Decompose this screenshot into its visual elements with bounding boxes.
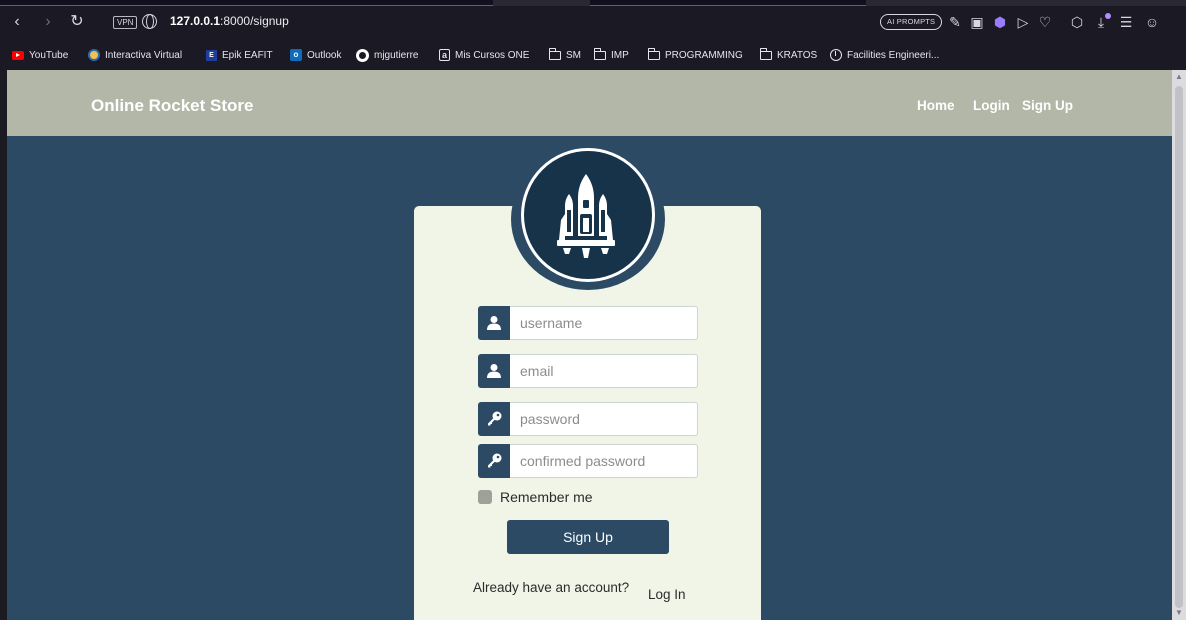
bookmark-youtube[interactable]: YouTube	[12, 48, 68, 64]
folder-icon	[760, 47, 772, 60]
rocket-icon	[557, 174, 615, 258]
bookmark-kratos[interactable]: KRATOS	[760, 47, 817, 64]
tab-active[interactable]	[0, 0, 493, 6]
browser-chrome: ‹ › ↻ VPN 127.0.0.1:8000/signup AI PROMP…	[0, 0, 1186, 70]
remember-checkbox[interactable]	[478, 490, 492, 504]
download-badge	[1105, 13, 1111, 19]
confirm-password-field	[478, 444, 698, 478]
address-bar[interactable]: 127.0.0.1:8000/signup	[170, 13, 289, 30]
a-icon: a	[439, 49, 450, 62]
tab-strip	[0, 0, 1186, 6]
bookmark-imp[interactable]: IMP	[594, 47, 629, 64]
nav-home[interactable]: Home	[917, 97, 955, 115]
bookmark-github[interactable]: mjgutierre	[356, 48, 418, 64]
edit-icon[interactable]: ✎	[946, 11, 964, 33]
remember-label[interactable]: Remember me	[500, 488, 593, 506]
page-scrollbar[interactable]: ▲ ▼	[1172, 70, 1186, 620]
heart-icon[interactable]: ♡	[1036, 11, 1054, 33]
menu-icon[interactable]: ☰	[1117, 11, 1135, 33]
shield-icon[interactable]: ⬢	[991, 11, 1009, 33]
nav-login[interactable]: Login	[973, 97, 1010, 115]
back-icon[interactable]: ‹	[6, 10, 28, 34]
address-row: ‹ › ↻ VPN 127.0.0.1:8000/signup AI PROMP…	[0, 8, 1186, 38]
folder-icon	[549, 47, 561, 60]
scrollbar-thumb[interactable]	[1175, 86, 1183, 608]
user-icon	[478, 306, 510, 340]
password-field	[478, 402, 698, 436]
key-icon	[478, 444, 510, 478]
brand-title[interactable]: Online Rocket Store	[91, 96, 253, 116]
outlook-icon: o	[290, 49, 302, 62]
key-icon	[478, 402, 510, 436]
ai-prompts-button[interactable]: AI PROMPTS	[880, 14, 943, 30]
signup-button[interactable]: Sign Up	[507, 520, 669, 554]
password-input[interactable]	[510, 402, 698, 436]
user-icon	[478, 354, 510, 388]
scroll-up-icon[interactable]: ▲	[1175, 72, 1183, 81]
bookmark-cursos[interactable]: a Mis Cursos ONE	[439, 48, 529, 64]
site-info-icon[interactable]	[142, 14, 157, 29]
scroll-down-icon[interactable]: ▼	[1175, 608, 1183, 617]
sun-icon	[88, 49, 100, 62]
folder-icon	[648, 47, 660, 60]
bookmark-interactiva[interactable]: Interactiva Virtual	[88, 48, 182, 64]
url-path: :8000/signup	[220, 14, 289, 28]
bookmark-outlook[interactable]: o Outlook	[290, 48, 341, 64]
site-navbar: Online Rocket Store Home Login Sign Up	[7, 70, 1172, 136]
email-input[interactable]	[510, 354, 698, 388]
confirm-password-input[interactable]	[510, 444, 698, 478]
page-viewport: Online Rocket Store Home Login Sign Up u…	[7, 70, 1172, 620]
bookmarks-bar: YouTube Interactiva Virtual E Epik EAFIT …	[0, 44, 1186, 68]
send-icon[interactable]: ▷	[1014, 11, 1032, 33]
bookmark-epik[interactable]: E Epik EAFIT	[206, 48, 273, 64]
tab-secondary[interactable]	[590, 0, 866, 6]
epik-icon: E	[206, 49, 217, 61]
username-input[interactable]	[510, 306, 698, 340]
bookmark-sm[interactable]: SM	[549, 47, 581, 64]
nav-signup[interactable]: Sign Up	[1022, 97, 1073, 115]
already-account-text: Already have an account?	[473, 580, 630, 595]
mercedes-icon	[830, 49, 842, 62]
url-host: 127.0.0.1	[170, 14, 221, 28]
cube-icon[interactable]: ⬡	[1068, 11, 1086, 33]
github-icon	[356, 48, 369, 62]
forward-icon[interactable]: ›	[37, 10, 59, 34]
bookmark-facilities[interactable]: Facilities Engineeri...	[830, 48, 939, 64]
username-field	[478, 306, 698, 340]
folder-icon	[594, 47, 606, 60]
email-field	[478, 354, 698, 388]
login-link[interactable]: Log In	[648, 586, 686, 604]
reload-icon[interactable]: ↻	[66, 10, 88, 34]
bookmark-programming[interactable]: PROGRAMMING	[648, 47, 743, 64]
vpn-badge[interactable]: VPN	[113, 16, 138, 29]
camera-icon[interactable]: ▣	[968, 11, 986, 33]
profile-icon[interactable]: ☺	[1143, 11, 1161, 33]
youtube-icon	[12, 50, 24, 60]
